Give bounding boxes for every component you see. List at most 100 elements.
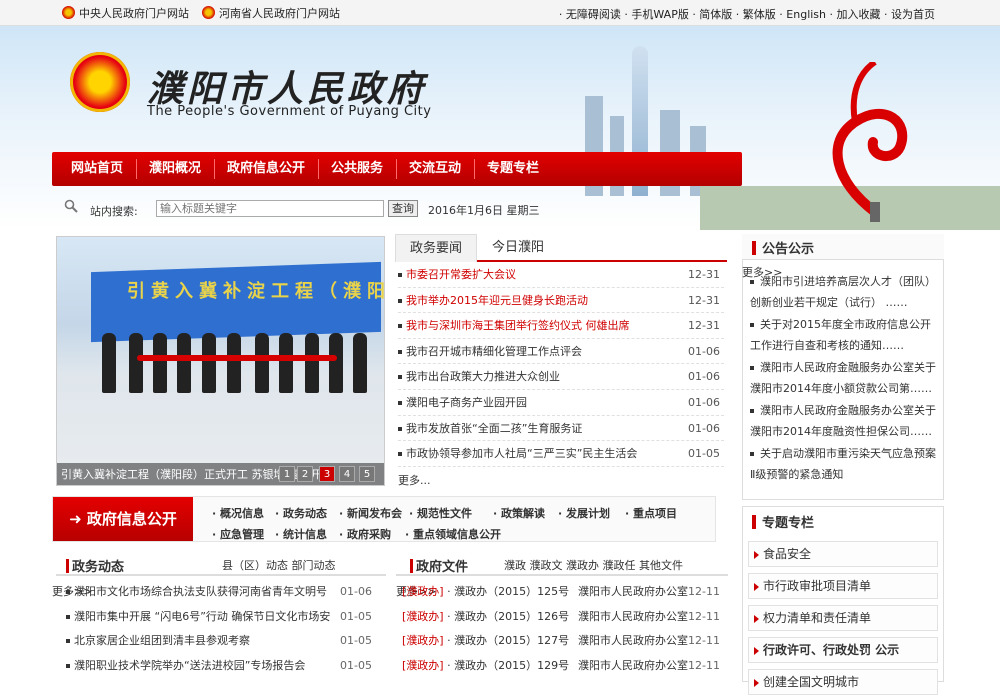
gov-doc-item[interactable]: [濮政办] · 濮政办（2015）126号 濮阳市人民政府办公室 12-11 [402,605,724,630]
site-subtitle: The People's Government of Puyang City [147,104,432,119]
header-marker [752,515,756,529]
news-more-link[interactable]: 更多... [398,472,431,488]
gov-dynamics-item[interactable]: 濮阳职业技术学院举办“送法进校园”专场报告会 01-05 [66,654,376,678]
nav-divider [396,159,397,179]
notice-item[interactable]: 濮阳市人民政府金融服务办公室关于濮阳市2014年度小额贷款公司第…… [750,357,940,399]
photo-caption[interactable]: 引黄入冀补淀工程（濮阳段）正式开工 苏银增 宣布开工 [57,463,384,485]
gov-doc-item[interactable]: [濮政办] · 濮政办（2015）127号 濮阳市人民政府办公室 12-11 [402,629,724,654]
gov-doc-item-number: 濮政办（2015）127号 [454,634,570,647]
slide-3[interactable]: 3 [319,466,335,482]
nav-interaction[interactable]: 交流互动 [398,152,472,186]
special-topic-item[interactable]: 食品安全 [748,541,938,567]
gov-doc-item-number: 濮政办（2015）126号 [454,609,570,623]
gov-info-link[interactable]: · 政策解读 [493,505,545,521]
nav-overview[interactable]: 濮阳概况 [138,152,212,186]
news-item[interactable]: 我市发放首张“全面二孩”生育服务证 01-06 [398,416,724,442]
special-topic-item[interactable]: 创建全国文明城市 [748,669,938,695]
gov-info-link[interactable]: · 新闻发布会 [339,505,402,521]
gov-info-link[interactable]: · 规范性文件 [409,505,472,521]
gov-dynamics-item-date: 01-05 [340,658,372,672]
gov-info-link[interactable]: · 统计信息 [275,526,327,542]
gov-doc-sep: · [443,658,455,672]
notice-item-text: 濮阳市人民政府金融服务办公室关于濮阳市2014年度小额贷款公司第…… [750,361,936,395]
bullet-icon [398,298,402,303]
gov-doc-item[interactable]: [濮政办] · 濮政办（2015）125号 濮阳市人民政府办公室 12-11 [402,580,724,605]
gov-info-link[interactable]: · 发展计划 [558,505,610,521]
news-item[interactable]: 我市出台政策大力推进大众创业 01-06 [398,364,724,390]
gov-doc-item[interactable]: [濮政办] · 濮政办（2015）129号 濮阳市人民政府办公室 12-11 [402,654,724,679]
tab-today-puyang[interactable]: 今日濮阳 [477,234,559,262]
photo-slider[interactable]: 引黄入冀补淀工程（濮阳 引黄入冀补淀工程（濮阳段）正式开工 苏银增 宣布开工 1… [56,236,385,486]
link-henan-gov[interactable]: 河南省人民政府门户网站 [202,5,340,21]
special-topic-item[interactable]: 权力清单和责任清单 [748,605,938,631]
nav-divider [136,159,137,179]
gov-docs-subtabs[interactable]: 濮政 濮政文 濮政办 濮政任 其他文件 [504,557,683,573]
news-item-text: 濮阳电子商务产业园开园 [406,396,527,409]
gov-docs-title-label: 政府文件 [416,560,469,575]
photo-banner-text: 引黄入冀补淀工程（濮阳 [127,281,385,302]
nav-gov-info[interactable]: 政府信息公开 [216,152,316,186]
slide-2[interactable]: 2 [297,466,313,482]
gov-info-link[interactable]: · 概况信息 [212,505,264,521]
bullet-icon [750,366,754,370]
gov-dynamics-item[interactable]: 北京家居企业组团到清丰县参观考察 01-05 [66,629,376,653]
bullet-icon [66,614,70,619]
gov-info-link[interactable]: · 重点项目 [625,505,677,521]
link-central-gov[interactable]: 中央人民政府门户网站 [62,5,189,21]
notice-item[interactable]: 关于对2015年度全市政府信息公开工作进行自查和考核的通知…… [750,314,940,356]
main-nav: 网站首页 濮阳概况 政府信息公开 公共服务 交流互动 专题专栏 [52,152,742,186]
gov-dynamics-item[interactable]: 濮阳市文化市场综合执法支队获得河南省青年文明号 01-06 [66,580,376,604]
news-item[interactable]: 我市与深圳市海王集团举行签约仪式 何雄出席 12-31 [398,313,724,339]
nav-public-service[interactable]: 公共服务 [320,152,394,186]
news-item-title: 我市发放首张“全面二孩”生育服务证 [398,416,582,441]
header-marker [410,559,413,573]
gov-dynamics-item-date: 01-05 [340,609,372,623]
news-item[interactable]: 市委召开常委扩大会议 12-31 [398,262,724,288]
gov-dynamics-item-date: 01-06 [340,585,372,598]
gov-doc-sep: · [443,634,455,647]
slide-4[interactable]: 4 [339,466,355,482]
notice-item[interactable]: 濮阳市引进培养高层次人才（团队）创新创业若干规定（试行） …… [750,271,940,313]
nav-home[interactable]: 网站首页 [60,152,134,186]
gov-info-link[interactable]: · 政府采购 [339,526,391,542]
top-right-links[interactable]: · 无障碍阅读 · 手机WAP版 · 简体版 · 繁体版 · English ·… [559,6,935,22]
news-item[interactable]: 濮阳电子商务产业园开园 01-06 [398,390,724,416]
special-topics-title-label: 专题专栏 [762,516,815,531]
news-tabs: 政务要闻 今日濮阳 [395,234,727,262]
notice-item[interactable]: 濮阳市人民政府金融服务办公室关于濮阳市2014年度融资性担保公司…… [750,400,940,442]
gov-info-link-label: 新闻发布会 [347,507,403,520]
search-button[interactable]: 查询 [388,200,418,217]
slide-1[interactable]: 1 [279,466,295,482]
bullet-icon [398,452,402,457]
tab-gov-news[interactable]: 政务要闻 [395,234,477,262]
special-topic-item[interactable]: 市行政审批项目清单 [748,573,938,599]
special-topic-item[interactable]: 行政许可、行政处罚 公示 [748,637,938,663]
search-input[interactable] [156,200,384,217]
gov-dynamics-title-label: 政务动态 [72,560,125,575]
slide-5[interactable]: 5 [359,466,375,482]
nav-special[interactable]: 专题专栏 [476,152,550,186]
news-item-title: 市政协领导参加市人社局“三严三实”民主生活会 [398,441,637,466]
gov-info-open-button[interactable]: ➜ 政府信息公开 [53,497,193,541]
photo-person [305,333,319,393]
gov-info-link[interactable]: · 重点领域信息公开 [405,526,501,542]
news-item-title: 我市与深圳市海王集团举行签约仪式 何雄出席 [398,313,630,338]
news-item-text: 我市发放首张“全面二孩”生育服务证 [406,421,583,435]
bullet-icon [750,280,754,284]
bullet-icon [750,409,754,413]
gov-info-link[interactable]: · 应急管理 [212,526,264,542]
news-item[interactable]: 市政协领导参加市人社局“三严三实”民主生活会 01-05 [398,441,724,467]
notice-title-label: 公告公示 [762,242,815,257]
photo-person [129,333,143,393]
bullet-icon [398,349,402,354]
news-item-date: 01-06 [688,344,720,358]
gov-info-link-label: 概况信息 [220,507,265,520]
gov-dynamics-subtabs[interactable]: 县（区）动态 部门动态 [222,557,336,573]
gov-info-link-label: 政府采购 [347,528,392,541]
news-item[interactable]: 我市举办2015年迎元旦健身长跑活动 12-31 [398,288,724,314]
gov-dynamics-item[interactable]: 濮阳市集中开展 “闪电6号”行动 确保节日文化市场安 01-05 [66,605,376,629]
gov-info-link[interactable]: · 政务动态 [275,505,327,521]
news-item[interactable]: 我市召开城市精细化管理工作点评会 01-06 [398,339,724,365]
bullet-icon [398,426,402,431]
notice-item[interactable]: 关于启动濮阳市重污染天气应急预案Ⅱ级预警的紧急通知 [750,443,940,485]
